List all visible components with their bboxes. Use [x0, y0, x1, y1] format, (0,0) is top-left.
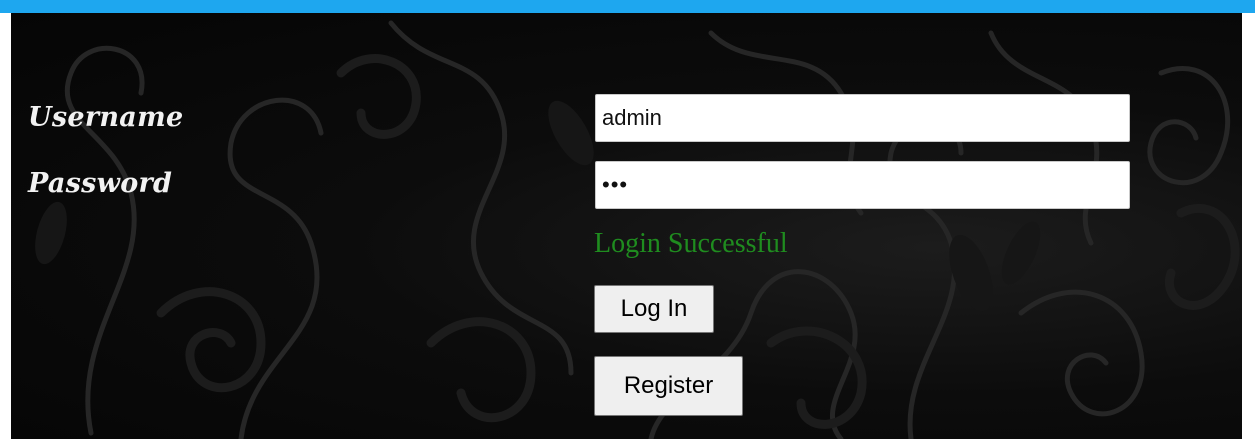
login-panel: Username Password Login Successful Log I… [11, 13, 1242, 439]
register-button[interactable]: Register [594, 356, 743, 416]
login-page: Username Password Login Successful Log I… [0, 0, 1255, 439]
top-accent-bar [0, 0, 1255, 13]
username-label: Username [28, 102, 184, 133]
username-input[interactable] [595, 94, 1130, 142]
login-status-message: Login Successful [594, 228, 788, 259]
password-label: Password [28, 168, 173, 199]
login-button[interactable]: Log In [594, 285, 714, 333]
password-input[interactable] [595, 161, 1130, 209]
